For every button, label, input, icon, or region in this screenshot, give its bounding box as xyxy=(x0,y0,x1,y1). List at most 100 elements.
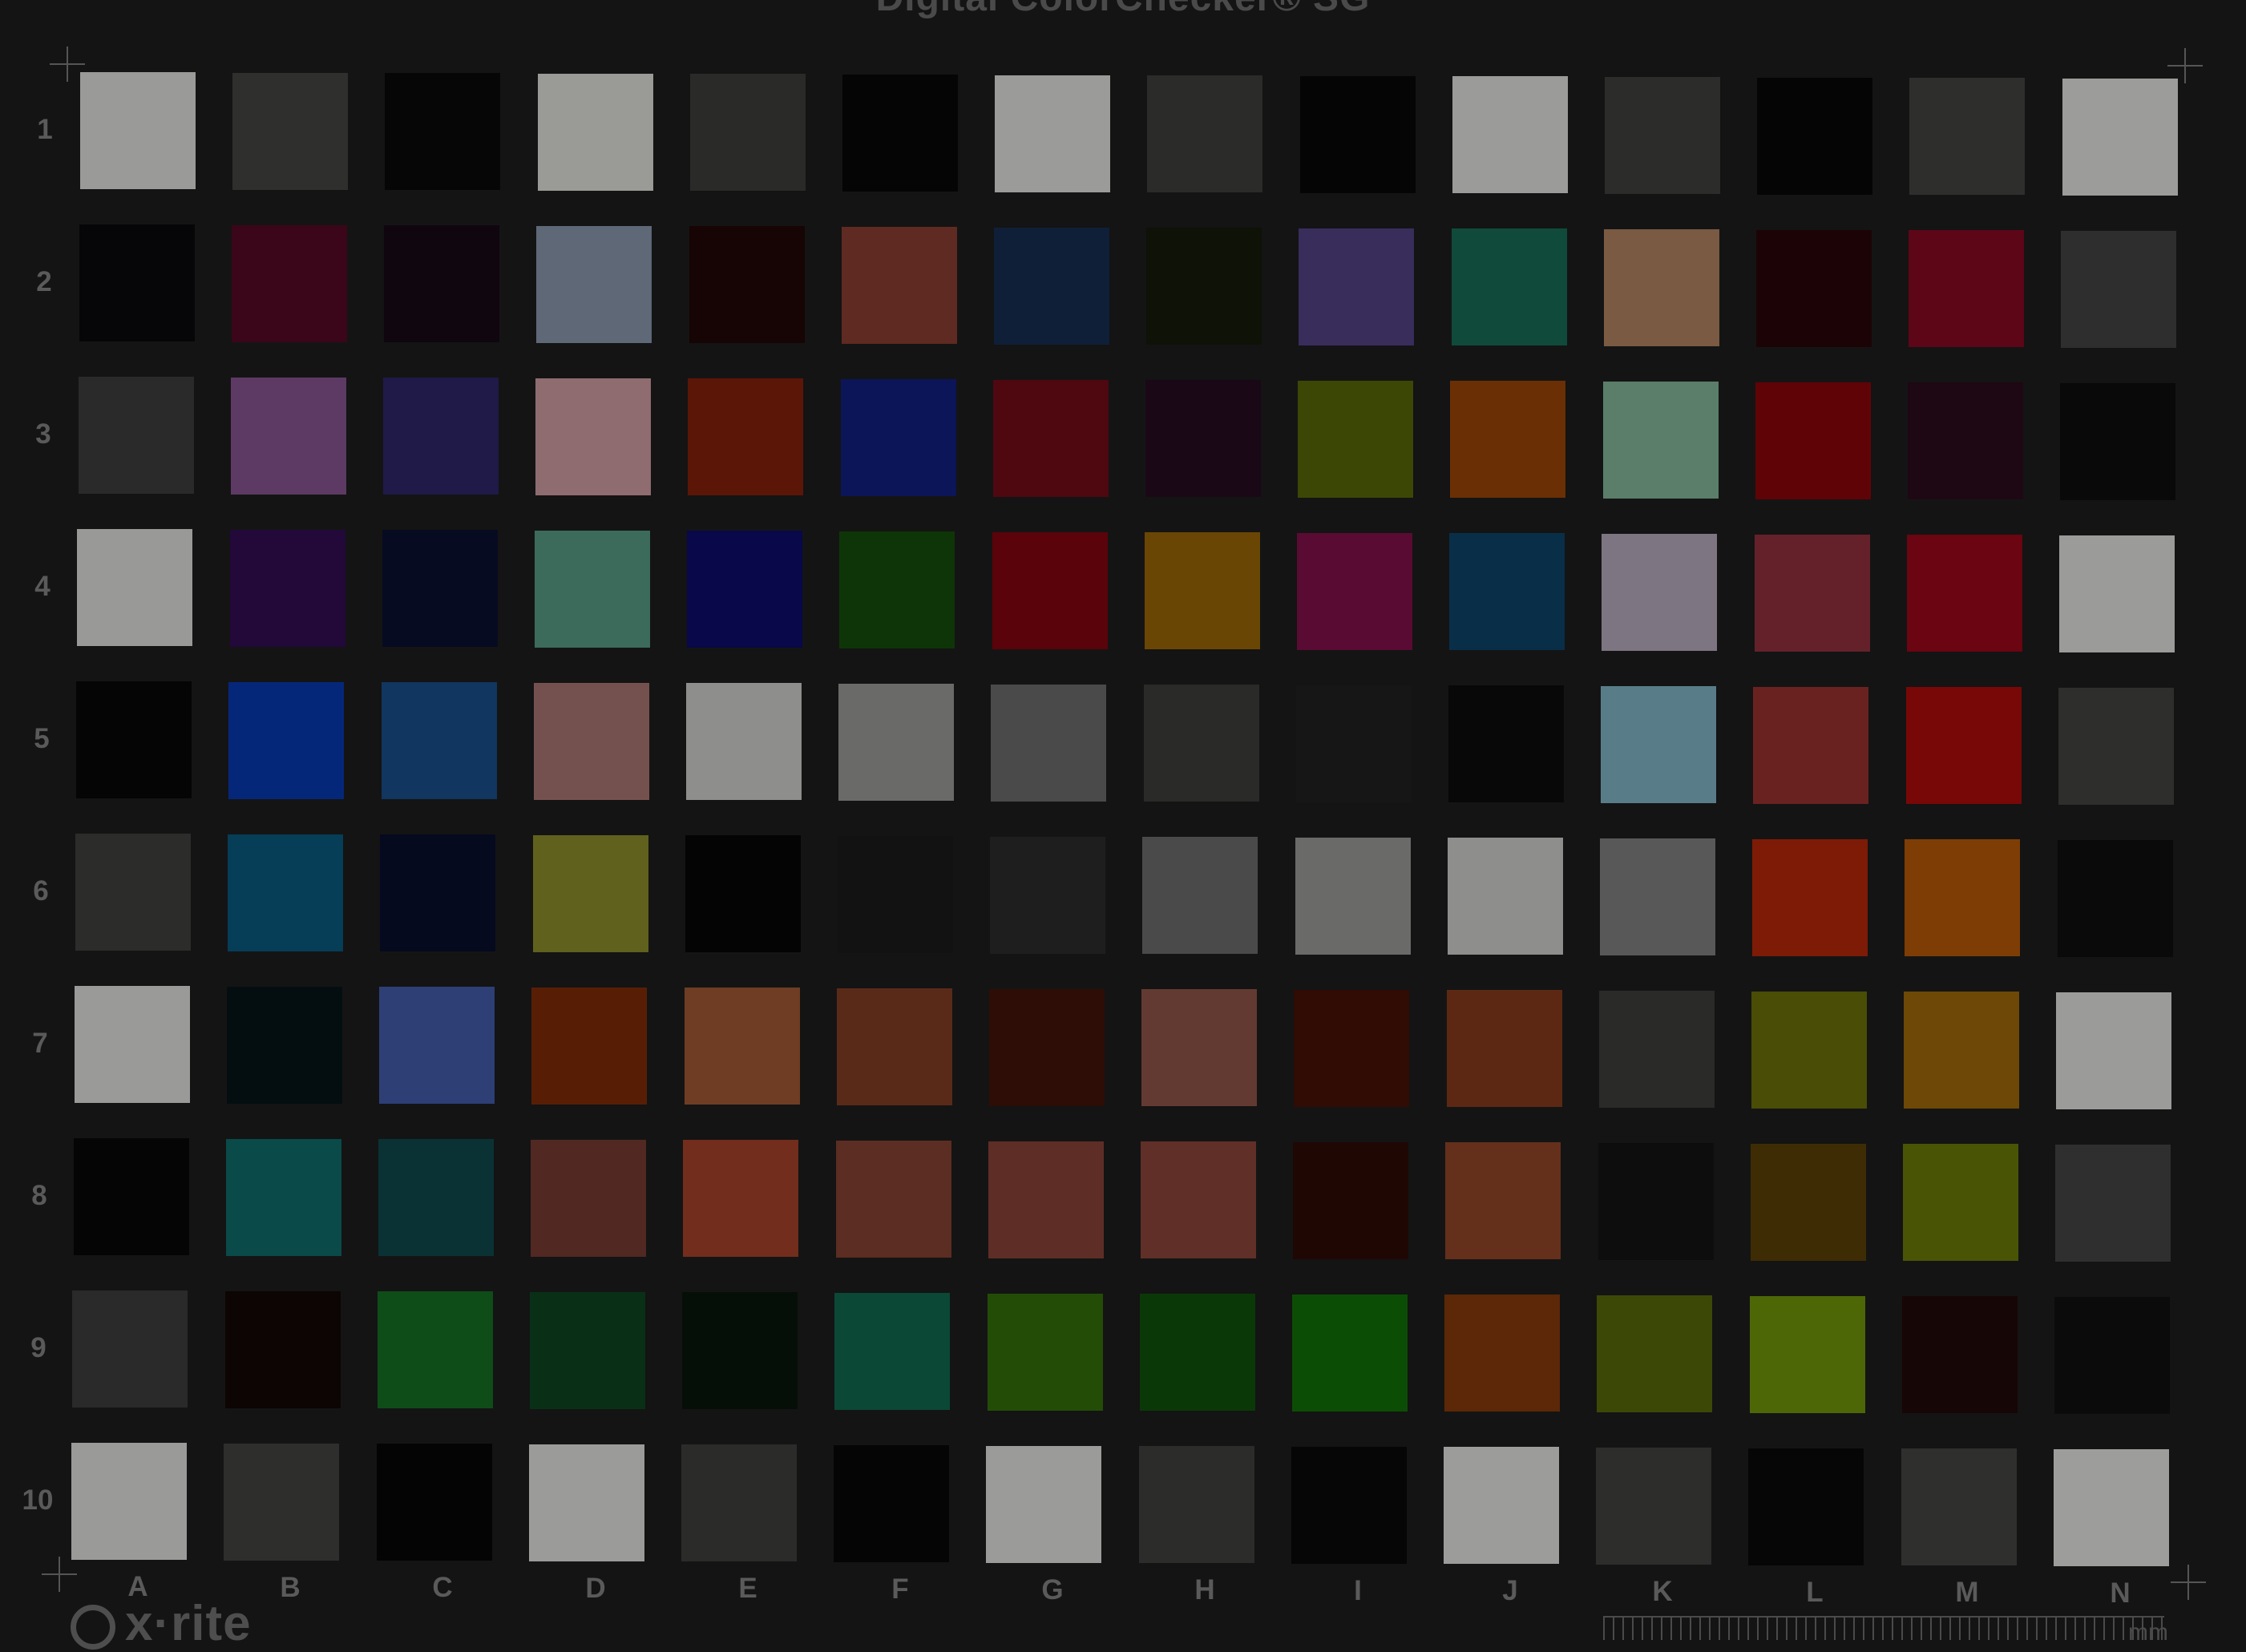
color-patch-M4 xyxy=(1907,535,2022,652)
column-label-N: N xyxy=(2110,1577,2131,1609)
color-patch-E4 xyxy=(687,531,802,648)
color-patch-N6 xyxy=(2058,840,2173,957)
column-label-E: E xyxy=(738,1573,757,1604)
color-patch-N3 xyxy=(2060,383,2175,500)
color-patch-E6 xyxy=(685,835,801,952)
color-patch-A3 xyxy=(79,377,194,494)
color-patch-I8 xyxy=(1293,1142,1408,1259)
color-patch-F9 xyxy=(834,1293,950,1410)
color-patch-C7 xyxy=(379,987,495,1104)
color-patch-E3 xyxy=(688,378,803,495)
color-patch-K4 xyxy=(1602,534,1717,651)
color-patch-J1 xyxy=(1452,76,1568,193)
column-label-F: F xyxy=(891,1573,909,1605)
color-patch-J2 xyxy=(1452,228,1567,345)
color-patch-B1 xyxy=(232,73,348,190)
color-patch-N2 xyxy=(2061,231,2176,348)
color-patch-L4 xyxy=(1755,535,1870,652)
color-patch-E5 xyxy=(686,683,802,800)
color-patch-B7 xyxy=(227,987,342,1104)
color-patch-I2 xyxy=(1299,228,1414,345)
color-patch-E10 xyxy=(681,1444,797,1561)
color-patch-M8 xyxy=(1903,1144,2018,1261)
color-patch-G5 xyxy=(991,685,1106,802)
color-patch-B6 xyxy=(228,834,343,951)
color-patch-H4 xyxy=(1145,532,1260,649)
color-patch-B4 xyxy=(230,530,345,647)
color-patch-D9 xyxy=(530,1292,645,1409)
color-patch-N1 xyxy=(2062,79,2178,196)
color-patch-D8 xyxy=(531,1140,646,1257)
color-patch-M9 xyxy=(1902,1296,2018,1413)
color-patch-F10 xyxy=(834,1445,949,1562)
row-label-3: 3 xyxy=(35,418,51,450)
color-patch-K9 xyxy=(1597,1295,1712,1412)
color-patch-F5 xyxy=(838,684,954,801)
color-patch-J9 xyxy=(1444,1295,1560,1412)
color-patch-K7 xyxy=(1599,991,1715,1108)
color-patch-D1 xyxy=(538,74,653,191)
color-patch-G7 xyxy=(989,989,1105,1106)
color-patch-D3 xyxy=(535,378,651,495)
color-patch-A4 xyxy=(77,529,192,646)
color-patch-B2 xyxy=(232,225,347,342)
color-patch-D2 xyxy=(536,226,652,343)
color-patch-L10 xyxy=(1748,1448,1864,1565)
column-label-M: M xyxy=(1955,1577,1979,1608)
color-patch-D5 xyxy=(534,683,649,800)
column-label-C: C xyxy=(432,1572,453,1603)
row-label-8: 8 xyxy=(31,1180,47,1211)
color-patch-H3 xyxy=(1145,380,1261,497)
mm-ruler xyxy=(1603,1616,2164,1640)
color-patch-H5 xyxy=(1144,685,1259,802)
color-patch-D6 xyxy=(533,835,648,952)
color-patch-F4 xyxy=(839,531,955,648)
column-label-B: B xyxy=(280,1572,301,1603)
color-patch-I1 xyxy=(1300,76,1416,193)
row-label-7: 7 xyxy=(32,1028,48,1059)
column-label-L: L xyxy=(1806,1577,1824,1608)
color-patch-M2 xyxy=(1909,230,2024,347)
color-patch-M6 xyxy=(1905,839,2020,956)
color-patch-A2 xyxy=(79,224,195,341)
registration-cross-icon xyxy=(2171,1565,2206,1600)
color-patch-G2 xyxy=(994,228,1109,345)
color-patch-L2 xyxy=(1756,230,1872,347)
column-label-D: D xyxy=(585,1573,606,1604)
row-label-5: 5 xyxy=(34,723,50,754)
color-patch-M3 xyxy=(1908,382,2023,499)
color-patch-B5 xyxy=(228,682,344,799)
color-patch-A7 xyxy=(75,986,190,1103)
color-patch-A9 xyxy=(72,1290,188,1408)
color-patch-J8 xyxy=(1445,1142,1561,1259)
color-patch-C8 xyxy=(378,1139,494,1256)
color-patch-I5 xyxy=(1296,685,1412,802)
color-patch-M10 xyxy=(1901,1448,2017,1565)
color-patch-B3 xyxy=(231,378,346,495)
color-patch-B9 xyxy=(225,1291,341,1408)
row-label-10: 10 xyxy=(22,1484,54,1516)
row-label-9: 9 xyxy=(30,1332,46,1363)
color-patch-C5 xyxy=(382,682,497,799)
color-patch-J3 xyxy=(1450,381,1565,498)
color-patch-C6 xyxy=(380,834,495,951)
color-patch-A8 xyxy=(74,1138,189,1255)
row-label-6: 6 xyxy=(33,875,49,907)
color-patch-K6 xyxy=(1600,838,1715,955)
color-patch-C4 xyxy=(382,530,498,647)
row-label-4: 4 xyxy=(34,571,50,602)
column-label-J: J xyxy=(1502,1575,1518,1606)
color-patch-E8 xyxy=(683,1140,798,1257)
colorchecker-target: Digital ColorChecker® SG 12345678910 ABC… xyxy=(0,0,2246,1651)
color-patch-G3 xyxy=(993,380,1109,497)
color-patch-L3 xyxy=(1755,382,1871,499)
color-patch-G4 xyxy=(992,532,1108,649)
color-patch-N5 xyxy=(2058,688,2174,805)
color-patch-G8 xyxy=(988,1141,1104,1258)
color-patch-E7 xyxy=(685,988,800,1105)
registration-cross-icon xyxy=(2167,48,2203,83)
column-label-K: K xyxy=(1652,1576,1673,1607)
color-patch-A10 xyxy=(71,1443,187,1560)
column-label-H: H xyxy=(1194,1574,1215,1606)
column-label-G: G xyxy=(1041,1574,1064,1606)
